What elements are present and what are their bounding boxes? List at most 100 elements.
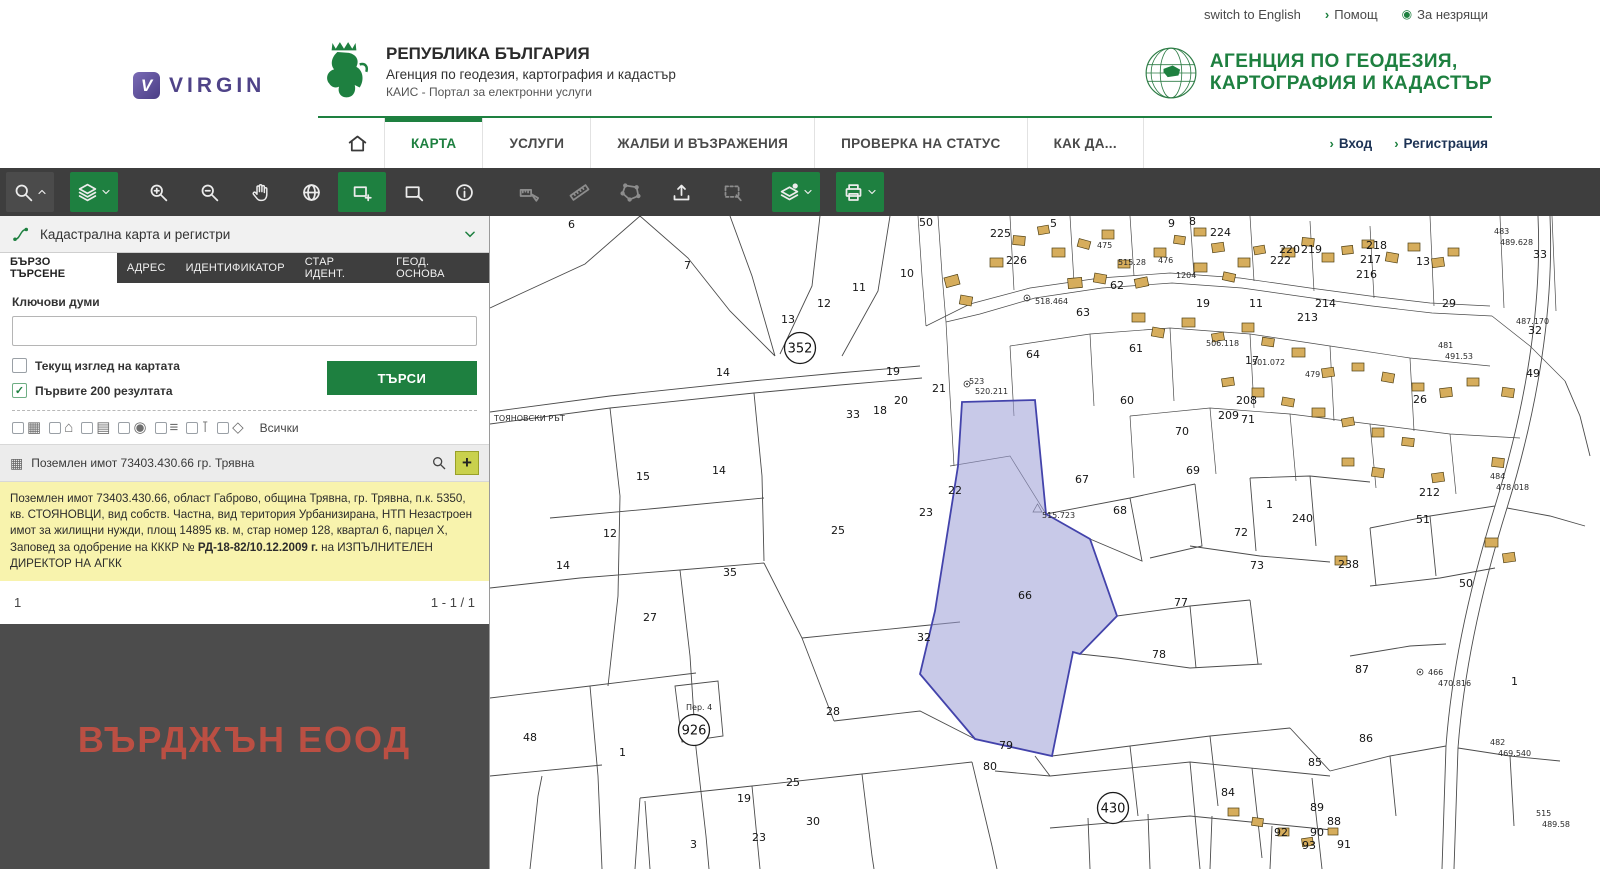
svg-text:18: 18 [873,404,887,417]
map-toolbar [0,168,1600,216]
checkbox[interactable] [186,422,198,434]
zoom-to-result-icon[interactable] [431,455,447,471]
layer-select-dropdown[interactable]: Кадастрална карта и регистри [0,216,489,253]
first-200-label: Първите 200 резултата [35,384,173,398]
checkbox[interactable] [155,422,167,434]
first-200-checkbox-row[interactable]: ✓ Първите 200 резултата [12,383,180,398]
filter-buildings[interactable]: ▤ [81,420,110,435]
checkbox[interactable] [49,422,61,434]
search-button[interactable]: ТЪРСИ [327,361,477,395]
svg-text:240: 240 [1292,512,1313,525]
sidebar-footer: ВЪРДЖЪН ЕООД [0,624,489,869]
add-result-button[interactable]: + [455,451,479,475]
home-button[interactable] [330,118,385,168]
search-panel-toggle-button[interactable] [6,172,54,212]
nav-item-ПРОВЕРКА НА СТАТУС[interactable]: ПРОВЕРКА НА СТАТУС [815,118,1027,168]
svg-text:93: 93 [1302,839,1316,852]
tab-ИДЕНТИФИКАТОР[interactable]: ИДЕНТИФИКАТОР [176,253,295,283]
svg-text:11: 11 [1249,297,1263,310]
measure-distance-button[interactable] [555,172,603,212]
measure-area-button[interactable] [606,172,654,212]
result-list-item[interactable]: ▦ Поземлен имот 73403.430.66 гр. Трявна … [0,444,489,482]
arrow-icon: › [1325,7,1329,22]
filter-points[interactable]: ◉ [118,420,146,435]
svg-text:23: 23 [919,506,933,519]
zoom-out-button[interactable] [185,172,233,212]
tab-СТАР ИДЕНТ.[interactable]: СТАР ИДЕНТ. [295,253,386,283]
filter-layers[interactable]: ≡ [155,420,179,435]
filter-addresses[interactable]: ⌂ [49,420,73,435]
svg-text:218: 218 [1366,239,1387,252]
svg-text:64: 64 [1026,348,1040,361]
main-content: Кадастрална карта и регистри БЪРЗО ТЪРСЕ… [0,216,1600,869]
nav-item-КАРТА[interactable]: КАРТА [385,118,483,168]
keywords-input[interactable] [12,316,477,346]
checkbox[interactable] [118,422,130,434]
pan-button[interactable] [236,172,284,212]
upload-button[interactable] [657,172,705,212]
highlighted-parcel-66[interactable] [920,400,1117,756]
layers-menu-button[interactable] [70,172,118,212]
svg-text:10: 10 [900,267,914,280]
checkbox[interactable] [81,422,93,434]
svg-text:352: 352 [788,342,813,357]
current-page[interactable]: 1 [14,595,21,610]
agency-subtitle: Агенция по геодезия, картография и кадас… [386,67,676,82]
identify-button[interactable] [440,172,488,212]
filter-zones[interactable]: ◇ [217,420,244,435]
filter-geodetic[interactable]: ⊺ [186,420,209,435]
zoom-to-extent-button[interactable] [389,172,437,212]
svg-text:33: 33 [1533,248,1547,261]
accessibility-link[interactable]: ◉За незрящи [1402,7,1488,22]
zoom-in-button[interactable] [134,172,182,212]
agkk-logo-block[interactable]: АГЕНЦИЯ ПО ГЕОДЕЗИЯ, КАРТОГРАФИЯ И КАДАС… [1142,44,1492,102]
svg-text:90: 90 [1310,826,1324,839]
tab-БЪРЗО ТЪРСЕНЕ[interactable]: БЪРЗО ТЪРСЕНЕ [0,253,117,283]
filter-parcels[interactable]: ▦ [12,420,41,435]
svg-text:49: 49 [1526,367,1540,380]
checkbox[interactable] [12,422,24,434]
virgin-logo-icon: V [133,72,160,99]
search-sidebar: Кадастрална карта и регистри БЪРЗО ТЪРСЕ… [0,216,490,869]
full-extent-button[interactable] [287,172,335,212]
login-link[interactable]: ›Вход [1329,136,1372,151]
filter-all-label[interactable]: Всички [260,421,299,435]
polygon-icon [620,182,641,203]
nav-item-ЖАЛБИ И ВЪЗРАЖЕНИЯ[interactable]: ЖАЛБИ И ВЪЗРАЖЕНИЯ [591,118,815,168]
svg-text:29: 29 [1442,297,1456,310]
tab-ГЕОД. ОСНОВА[interactable]: ГЕОД. ОСНОВА [386,253,489,283]
nav-item-УСЛУГИ[interactable]: УСЛУГИ [483,118,591,168]
selection-tool-button[interactable] [708,172,756,212]
measure-select-button[interactable] [504,172,552,212]
tab-АДРЕС[interactable]: АДРЕС [117,253,176,283]
info-icon [454,182,475,203]
virgin-logo[interactable]: V VIRGIN [133,72,265,99]
globe-icon [301,182,322,203]
government-logo-block[interactable]: РЕПУБЛИКА БЪЛГАРИЯ Агенция по геодезия, … [318,38,676,104]
register-link[interactable]: ›Регистрация [1394,136,1488,151]
svg-text:13: 13 [781,313,795,326]
map-canvas[interactable]: 352926430 671011121314192133182015142223… [490,216,1600,869]
main-navigation: КАРТАУСЛУГИЖАЛБИ И ВЪЗРАЖЕНИЯПРОВЕРКА НА… [0,118,1600,168]
nav-item-КАК ДА...[interactable]: КАК ДА... [1028,118,1144,168]
help-link[interactable]: ›Помощ [1325,7,1378,22]
current-view-checkbox-row[interactable]: Текущ изглед на картата [12,358,180,373]
upload-icon [671,182,692,203]
svg-text:489.628: 489.628 [1500,238,1533,247]
layer-select-value: Кадастрална карта и регистри [40,227,230,242]
utility-bar: switch to English ›Помощ ◉За незрящи [0,0,1600,28]
checkbox-unchecked[interactable] [12,358,27,373]
svg-text:12: 12 [817,297,831,310]
svg-text:470.816: 470.816 [1438,679,1471,688]
map-info-layers-button[interactable] [772,172,820,212]
print-button[interactable] [836,172,884,212]
checkbox[interactable] [217,422,229,434]
ruler-icon [569,182,590,203]
svg-text:466: 466 [1428,668,1443,677]
select-area-button[interactable] [338,172,386,212]
svg-text:475: 475 [1097,241,1112,250]
svg-text:85: 85 [1308,756,1322,769]
switch-language-link[interactable]: switch to English [1204,7,1301,22]
checkbox-checked[interactable]: ✓ [12,383,27,398]
parcels-icon: ▦ [27,420,41,435]
